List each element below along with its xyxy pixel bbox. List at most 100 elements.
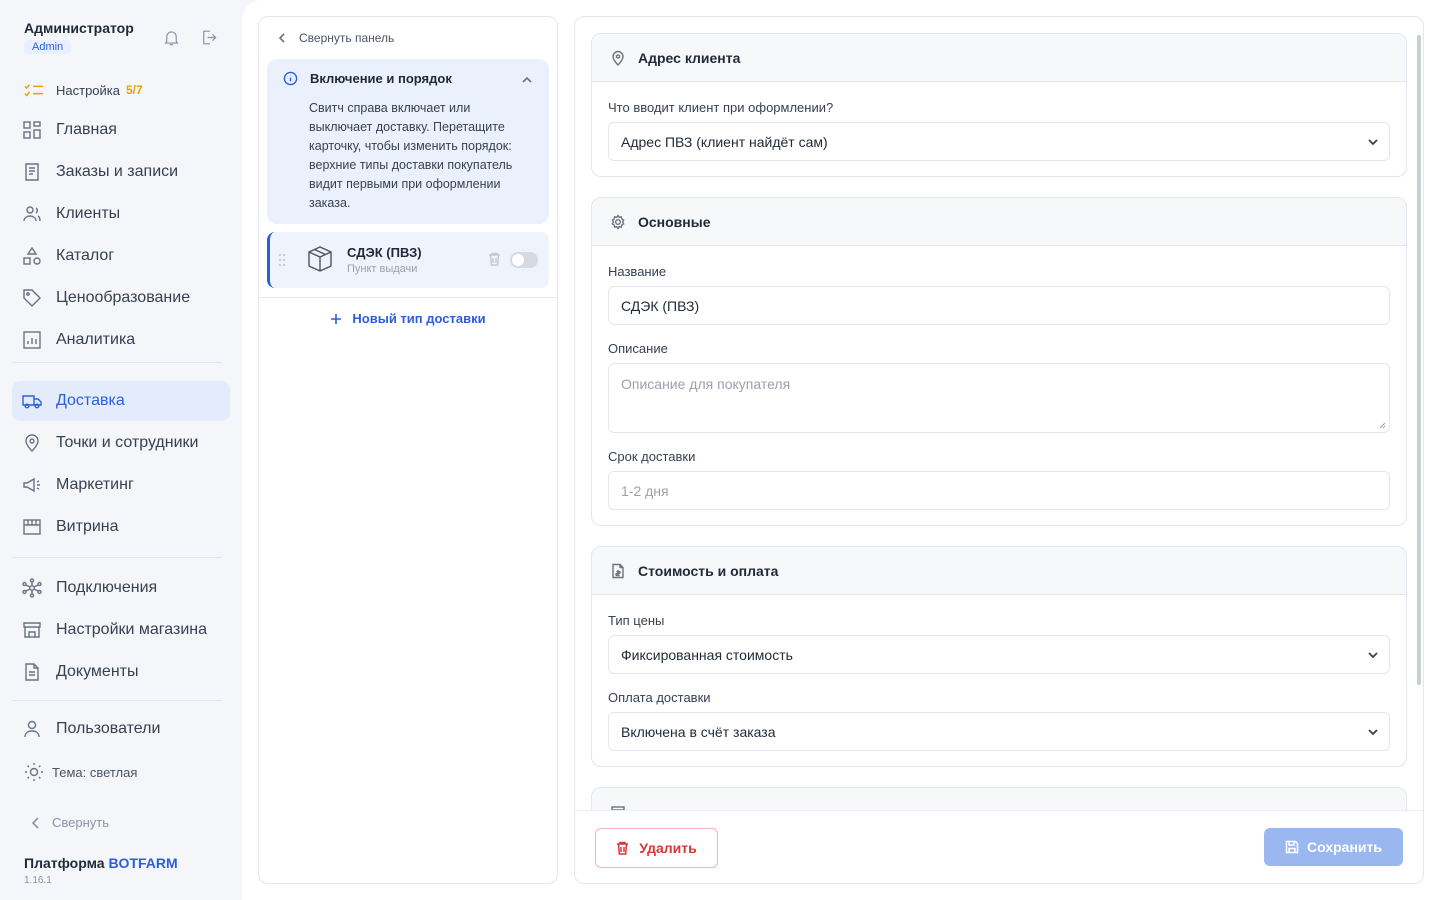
sidebar-item-delivery[interactable]: Доставка	[12, 381, 230, 421]
package-icon	[308, 246, 332, 272]
section-header: Адрес клиента	[592, 34, 1406, 82]
top-icons	[162, 28, 218, 47]
info-card: Включение и порядок Свитч справа включае…	[267, 59, 549, 224]
analytics-icon	[23, 331, 41, 349]
section-basic: Основные Название СДЭК (ПВЗ) Описание Оп…	[591, 197, 1407, 526]
chevron-left-icon	[31, 816, 39, 829]
nav-secondary: Доставка Точки и сотрудники Маркетинг Ви…	[12, 381, 230, 549]
sidebar-item-pricing[interactable]: Ценообразование	[12, 278, 230, 318]
sidebar-item-users[interactable]: Пользователи	[12, 709, 230, 749]
main-content: Свернуть панель Включение и порядок Свит…	[242, 0, 1440, 900]
delivery-form-panel: Адрес клиента Что вводит клиент при офор…	[574, 16, 1424, 884]
sidebar-item-home[interactable]: Главная	[12, 110, 230, 150]
sidebar-item-store-settings[interactable]: Настройки магазина	[12, 610, 230, 650]
address-input-select[interactable]: Адрес ПВЗ (клиент найдёт сам)	[608, 122, 1390, 161]
section-header	[592, 788, 1406, 810]
catalog-icon	[23, 246, 41, 265]
brand-name: BOTFARM	[108, 855, 178, 871]
orders-icon	[25, 163, 39, 181]
sidebar-item-marketing[interactable]: Маркетинг	[12, 465, 230, 505]
address-input-label: Что вводит клиент при оформлении?	[608, 100, 834, 115]
description-textarea[interactable]: Описание для покупателя	[608, 363, 1390, 433]
chevron-up-icon[interactable]	[521, 74, 533, 86]
setup-progress[interactable]: Настройка 5/7	[24, 82, 143, 98]
user-name: Администратор	[24, 20, 134, 36]
map-pin-icon	[612, 50, 624, 66]
delivery-type-title: СДЭК (ПВЗ)	[347, 245, 422, 260]
gear-icon	[611, 213, 625, 230]
chevron-down-icon	[1368, 652, 1378, 659]
sidebar-item-connections[interactable]: Подключения	[12, 568, 230, 608]
grid-icon	[23, 121, 41, 139]
delivery-list-panel: Свернуть панель Включение и порядок Свит…	[258, 16, 558, 884]
name-input[interactable]: СДЭК (ПВЗ)	[608, 286, 1390, 325]
sidebar-item-catalog[interactable]: Каталог	[12, 236, 230, 276]
theme-toggle[interactable]: Тема: светлая	[24, 762, 137, 782]
description-label: Описание	[608, 341, 668, 356]
checklist-icon	[24, 84, 44, 97]
section-header: Стоимость и оплата	[592, 547, 1406, 595]
setup-count: 5/7	[126, 83, 143, 97]
sun-icon	[25, 763, 43, 781]
delivery-type-card[interactable]: СДЭК (ПВЗ) Пункт выдачи	[267, 232, 549, 288]
delivery-payment-label: Оплата доставки	[608, 690, 711, 705]
users-icon	[23, 206, 41, 222]
version: 1.16.1	[24, 875, 52, 886]
save-button[interactable]: Сохранить	[1264, 828, 1403, 866]
truck-icon	[22, 395, 42, 409]
trash-icon[interactable]	[488, 252, 501, 266]
sidebar: Администратор Admin Настройка 5/7 Главна…	[0, 0, 242, 900]
nav-divider	[12, 557, 222, 558]
section-next-clipped	[591, 787, 1407, 810]
section-client-address: Адрес клиента Что вводит клиент при офор…	[591, 33, 1407, 177]
delete-button[interactable]: Удалить	[595, 828, 718, 868]
tag-icon	[23, 289, 41, 307]
chevron-left-icon	[278, 33, 285, 43]
drag-handle-icon[interactable]	[278, 253, 286, 267]
collapse-sidebar-button[interactable]: Свернуть	[30, 815, 109, 830]
sidebar-item-points[interactable]: Точки и сотрудники	[12, 423, 230, 463]
info-icon	[283, 71, 298, 86]
megaphone-icon	[23, 477, 40, 493]
delivery-payment-select[interactable]: Включена в счёт заказа	[608, 712, 1390, 751]
price-type-select[interactable]: Фиксированная стоимость	[608, 635, 1390, 674]
user-block: Администратор Admin	[24, 20, 134, 55]
delivery-type-subtitle: Пункт выдачи	[347, 263, 418, 275]
setup-label: Настройка	[56, 82, 120, 98]
sidebar-item-analytics[interactable]: Аналитика	[12, 320, 230, 360]
role-badge: Admin	[24, 40, 72, 54]
section-cost-payment: Стоимость и оплата Тип цены Фиксированна…	[591, 546, 1407, 767]
delivery-term-label: Срок доставки	[608, 449, 696, 464]
storefront-icon	[23, 519, 41, 535]
list-divider	[259, 297, 557, 298]
delivery-term-input[interactable]: 1-2 дня	[608, 471, 1390, 510]
bell-icon[interactable]	[162, 28, 181, 47]
delivery-enable-toggle[interactable]	[510, 252, 538, 268]
nav-divider	[12, 362, 222, 363]
new-delivery-type-button[interactable]: Новый тип доставки	[259, 311, 557, 326]
trash-icon	[617, 841, 629, 855]
info-card-header[interactable]: Включение и порядок	[283, 71, 452, 86]
plus-icon	[331, 313, 342, 324]
sidebar-item-clients[interactable]: Клиенты	[12, 194, 230, 234]
store-icon	[23, 622, 41, 638]
nav-tertiary: Подключения Настройки магазина Документы	[12, 568, 230, 694]
chevron-down-icon	[1368, 729, 1378, 736]
sidebar-item-storefront[interactable]: Витрина	[12, 507, 230, 547]
section-header: Основные	[592, 198, 1406, 246]
form-scroll-area[interactable]: Адрес клиента Что вводит клиент при офор…	[575, 17, 1423, 810]
save-icon	[1285, 840, 1299, 854]
logout-icon[interactable]	[199, 28, 218, 47]
collapse-panel-button[interactable]: Свернуть панель	[277, 31, 394, 45]
sidebar-item-documents[interactable]: Документы	[12, 652, 230, 692]
document-icon	[25, 663, 39, 681]
resize-grip-icon[interactable]	[1379, 422, 1386, 429]
sidebar-item-orders[interactable]: Заказы и записи	[12, 152, 230, 192]
map-pin-icon	[25, 434, 39, 452]
network-icon	[22, 578, 42, 598]
chevron-down-icon	[1368, 139, 1378, 146]
nav-main: Главная Заказы и записи Клиенты Каталог …	[12, 110, 230, 362]
nav-users: Пользователи	[12, 709, 230, 751]
scrollbar[interactable]	[1417, 35, 1421, 685]
user-icon	[24, 720, 40, 738]
